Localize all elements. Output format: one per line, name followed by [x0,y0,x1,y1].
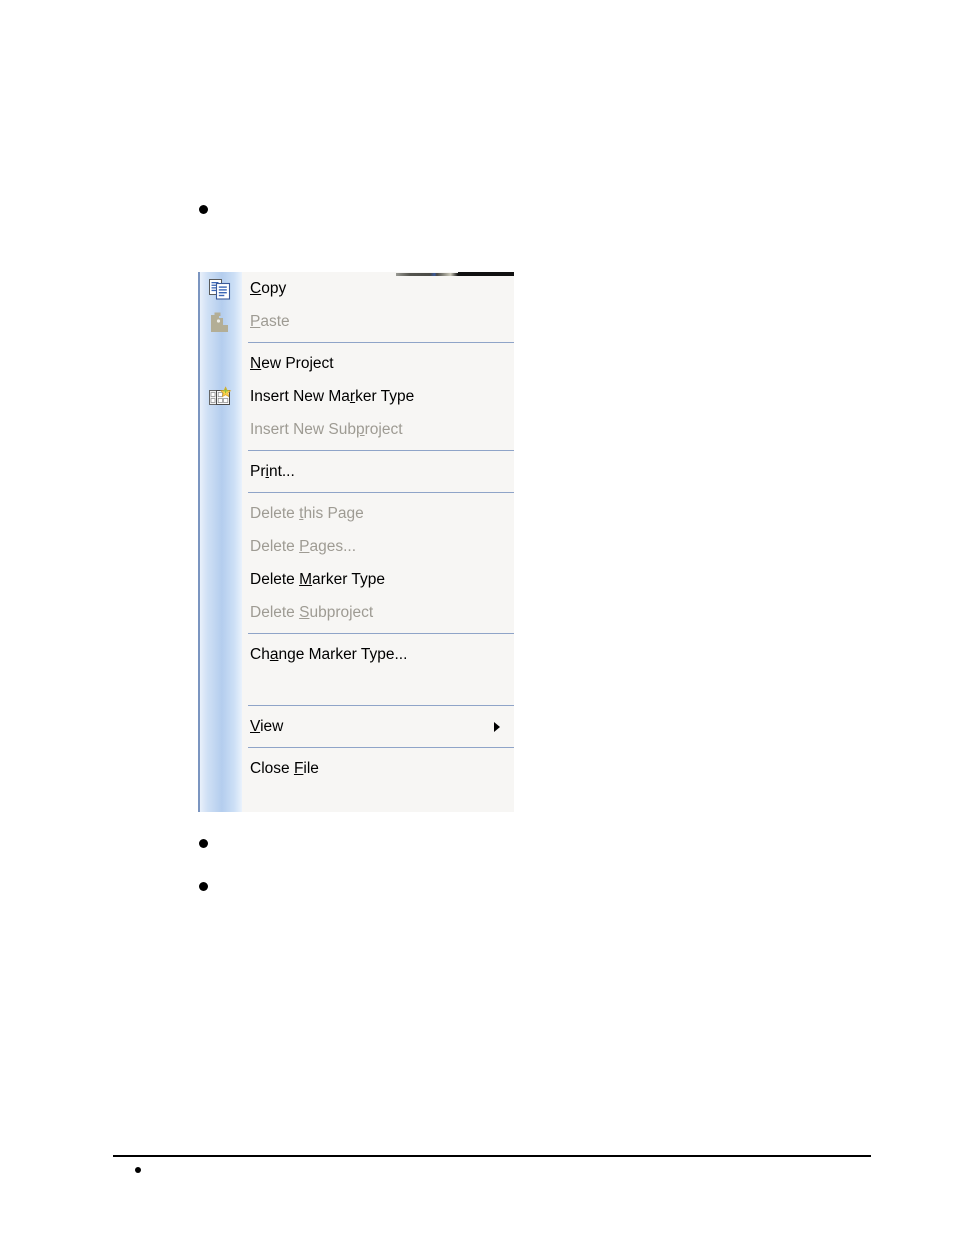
menu-item-label: Insert New Subproject [250,420,403,438]
menu-item-label: Delete Marker Type [250,570,385,588]
menu-separator [248,492,514,493]
menu-item-close-file[interactable]: Close File [198,752,514,785]
menu-item-delete-subproject: Delete Subproject [198,596,514,629]
context-menu[interactable]: Copy Paste New Project Insert New Marker … [198,272,514,812]
menu-item-label: View [250,717,284,735]
menu-item-new-project[interactable]: New Project [198,347,514,380]
menu-item-insert-new-marker-type[interactable]: Insert New Marker Type [198,380,514,413]
menu-item-change-marker-type[interactable]: Change Marker Type... [198,638,514,671]
menu-item-view[interactable]: View [198,710,514,743]
menu-item-delete-this-page: Delete this Page [198,497,514,530]
menu-item-label: Print... [250,462,295,480]
menu-separator [248,450,514,451]
menu-item-copy[interactable]: Copy [198,272,514,305]
menu-item-paste: Paste [198,305,514,338]
menu-separator [248,705,514,706]
menu-separator [248,747,514,748]
menu-item-label: Insert New Marker Type [250,387,415,405]
menu-item-label: Close File [250,759,319,777]
menu-item-label: Delete Subproject [250,603,374,621]
bullet-lower-2 [199,882,208,891]
paste-icon [211,312,228,332]
menu-separator [248,342,514,343]
menu-item-label: Delete this Page [250,504,364,522]
bullet-footer [135,1167,141,1173]
menu-item-label: New Project [250,354,334,372]
menu-item-label: Paste [250,312,290,330]
menu-item-delete-pages: Delete Pages... [198,530,514,563]
marker-type-icon [209,385,232,405]
bullet-top [199,205,208,214]
menu-item-print[interactable]: Print... [198,455,514,488]
menu-separator [248,633,514,634]
menu-spacer [198,671,514,701]
bullet-lower-1 [199,839,208,848]
submenu-arrow-icon [494,721,500,732]
menu-item-label: Delete Pages... [250,537,356,555]
footer-horizontal-rule [113,1155,871,1157]
copy-icon [209,278,231,300]
menu-item-label: Copy [250,279,287,297]
menu-item-label: Change Marker Type... [250,645,408,663]
menu-item-delete-marker-type[interactable]: Delete Marker Type [198,563,514,596]
menu-item-insert-new-subproject: Insert New Subproject [198,413,514,446]
context-menu-item-list: Copy Paste New Project Insert New Marker … [198,272,514,785]
